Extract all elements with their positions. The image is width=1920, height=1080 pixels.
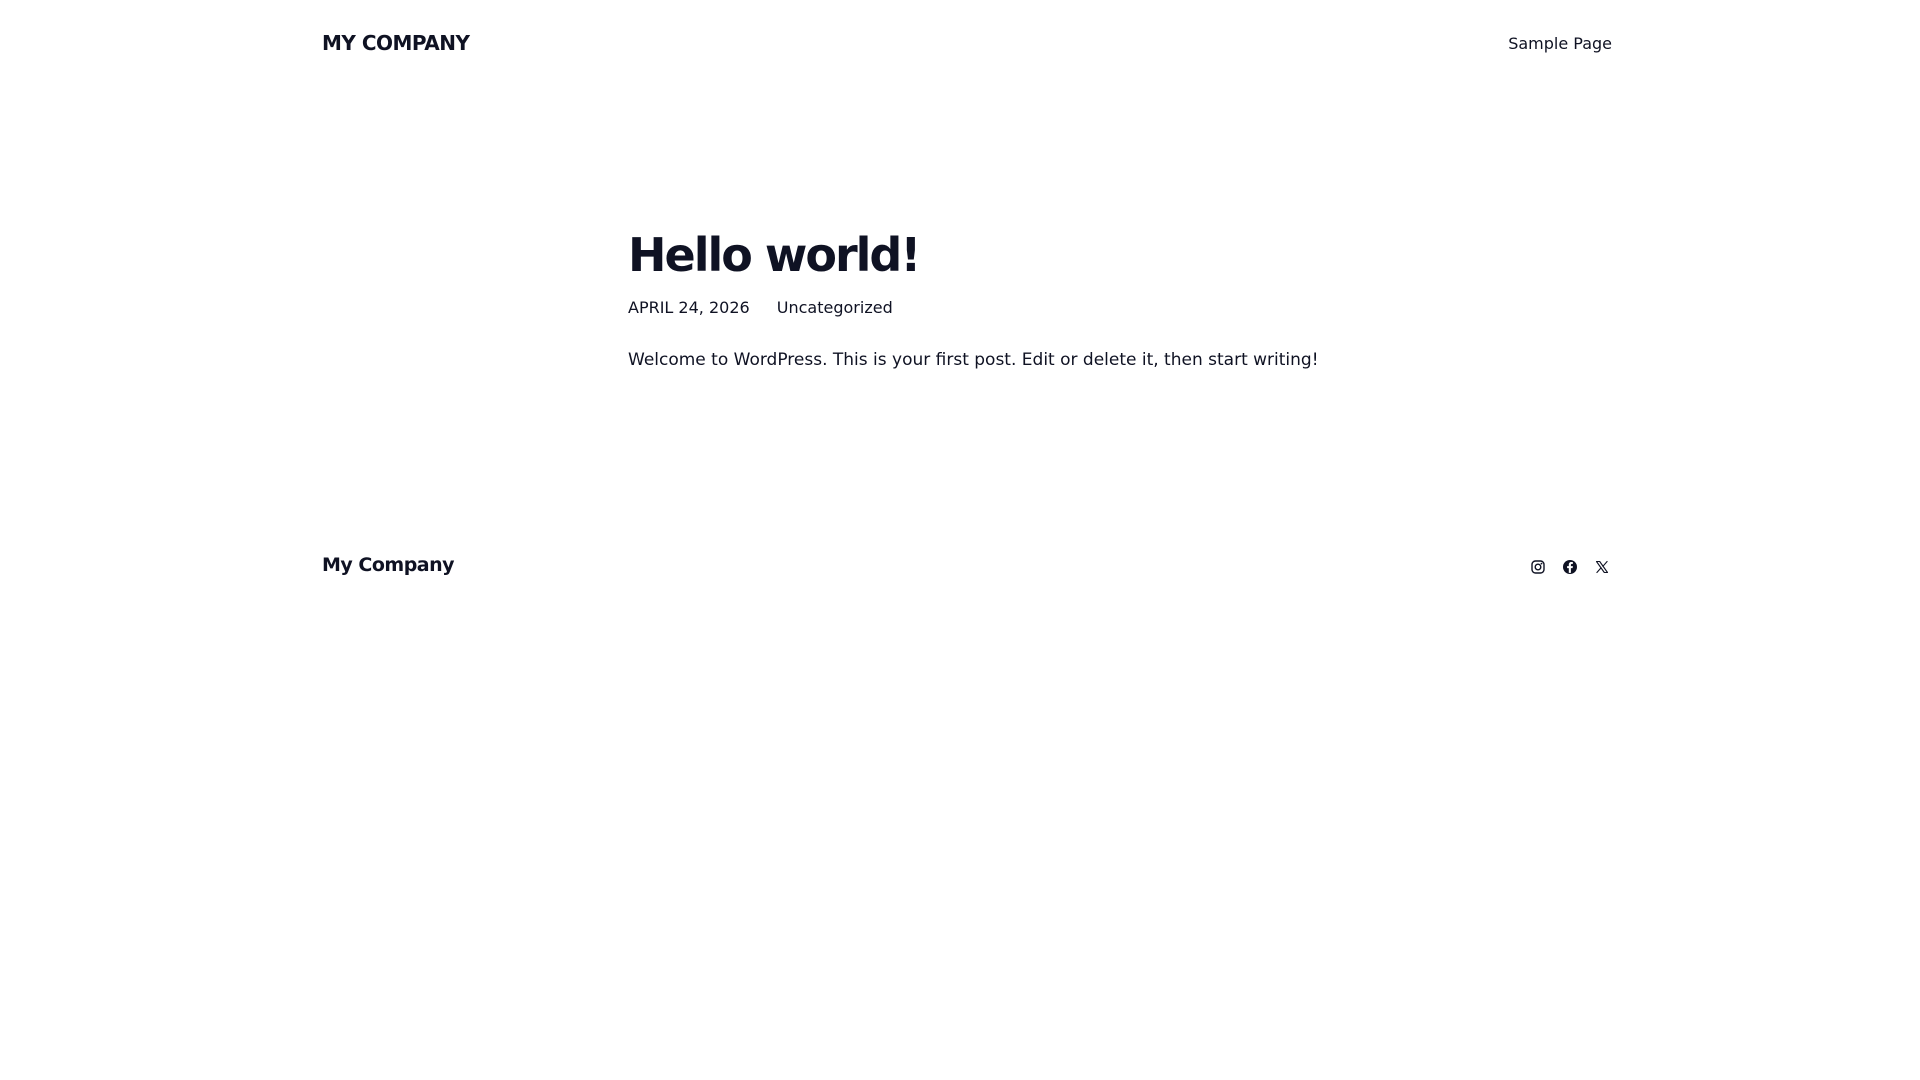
- x-icon: [1594, 559, 1610, 575]
- instagram-icon: [1530, 559, 1546, 575]
- x-link[interactable]: [1592, 557, 1612, 577]
- post-meta: APRIL 24, 2026 Uncategorized: [628, 297, 1328, 319]
- main-navigation: Sample Page: [1508, 33, 1612, 55]
- facebook-icon: [1562, 559, 1578, 575]
- post-date: APRIL 24, 2026: [628, 298, 750, 317]
- site-title-link[interactable]: MY COMPANY: [322, 30, 470, 56]
- post-content: Welcome to WordPress. This is your first…: [628, 350, 1319, 370]
- facebook-link[interactable]: [1560, 557, 1580, 577]
- social-links: [1528, 557, 1612, 577]
- site-header: MY COMPANY Sample Page: [322, 28, 1612, 62]
- post-title: Hello world!: [628, 228, 921, 282]
- instagram-link[interactable]: [1528, 557, 1548, 577]
- page: MY COMPANY Sample Page Hello world! APRI…: [0, 0, 1920, 1080]
- post-category-link[interactable]: Uncategorized: [777, 297, 893, 319]
- post: Hello world! APRIL 24, 2026 Uncategorize…: [628, 223, 1328, 390]
- site-footer: My Company: [322, 550, 1612, 584]
- footer-site-title-link[interactable]: My Company: [322, 552, 455, 578]
- nav-item-sample-page[interactable]: Sample Page: [1508, 34, 1612, 53]
